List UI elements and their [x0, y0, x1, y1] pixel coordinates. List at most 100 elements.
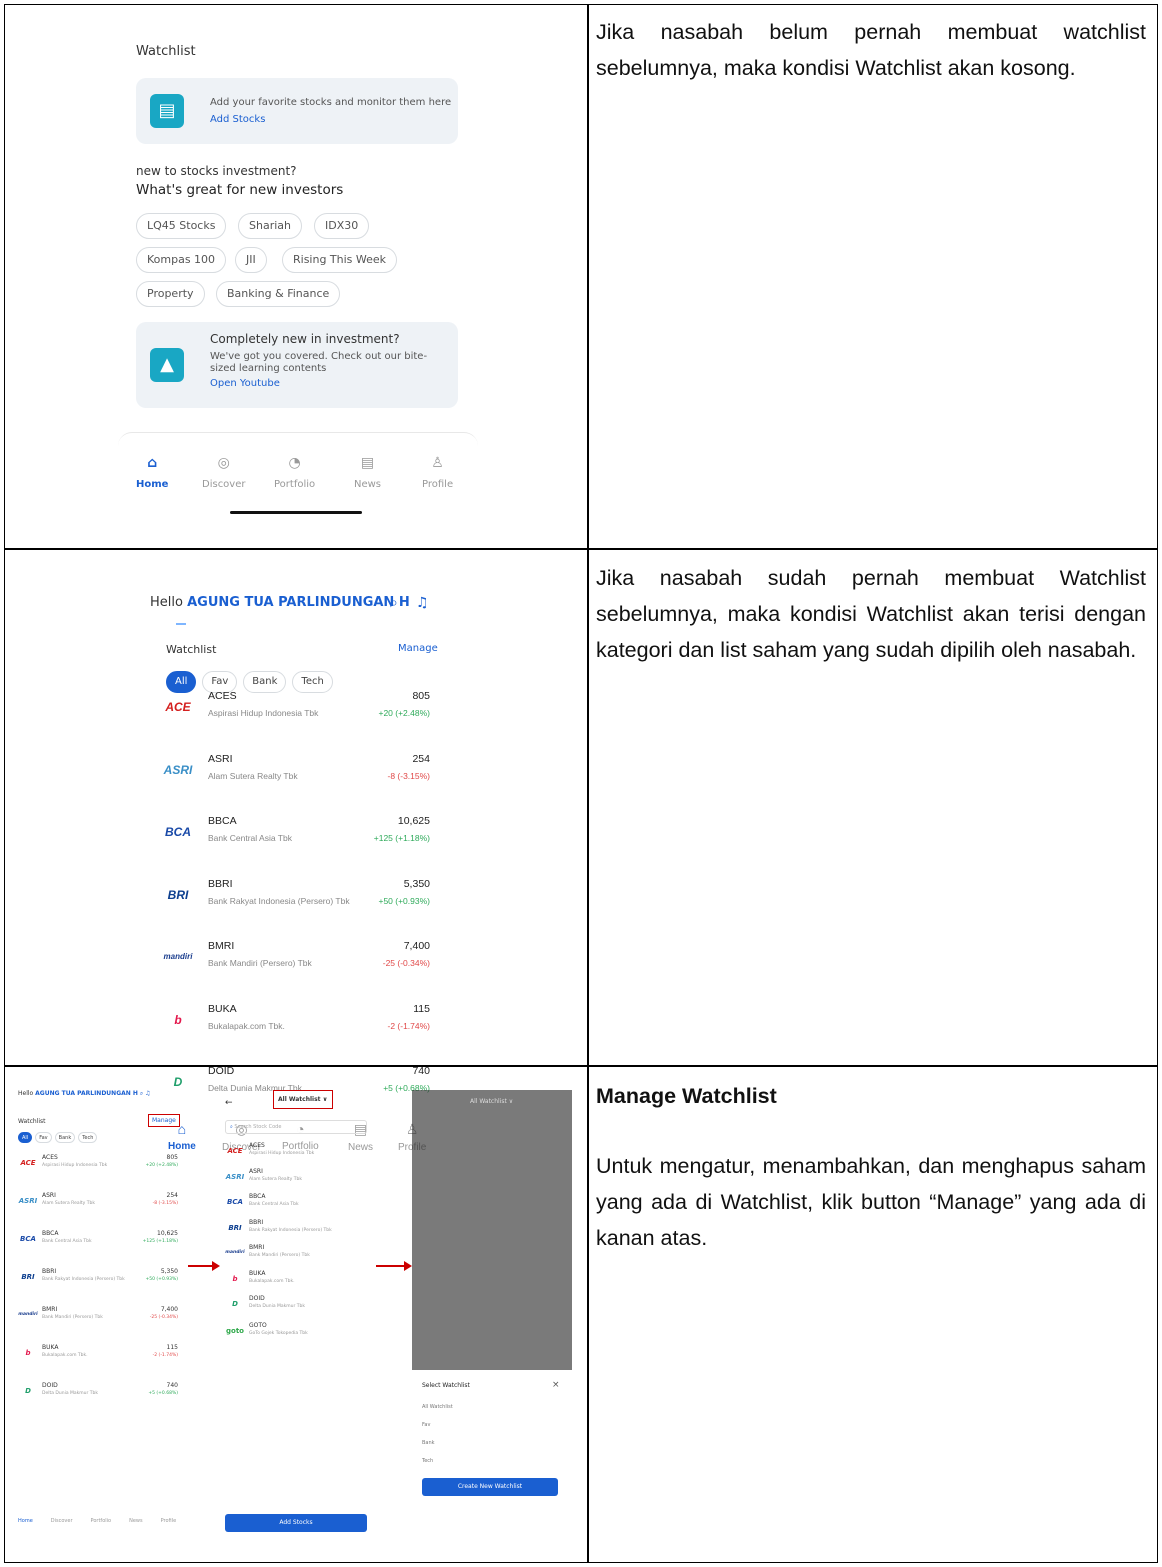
add-stocks-card[interactable]: ▤ Add your favorite stocks and monitor t…	[136, 78, 458, 144]
mini-code: ACES	[249, 1142, 265, 1149]
mini-row-bmri[interactable]: mandiri BMRI Bank Mandiri (Persero) Tbk	[225, 1244, 370, 1270]
row1-paragraph: Jika nasabah belum pernah membuat watchl…	[596, 20, 1146, 80]
open-youtube-link[interactable]: Open Youtube	[210, 378, 280, 389]
mini-name: Bank Central Asia Tbk	[249, 1202, 299, 1207]
manage-stock-row-goto[interactable]: goto GOTO GoTo Gojek Tokopedia Tbk	[225, 1322, 370, 1360]
mini-row-buka[interactable]: b BUKA Bukalapak.com Tbk. 115 -2 (-1.74%)	[18, 1344, 178, 1382]
stock-row-aces[interactable]: ACE ACES Aspirasi Hidup Indonesia Tbk 805 +2…	[160, 690, 430, 753]
mini-row-bbca[interactable]: BCA BBCA Bank Central Asia Tbk	[225, 1193, 370, 1219]
close-icon[interactable]: ×	[552, 1380, 560, 1390]
mini-row-buka[interactable]: b BUKA Bukalapak.com Tbk.	[225, 1270, 370, 1296]
mini-change: +50 (+0.93%)	[145, 1277, 178, 1282]
mini-row-bmri[interactable]: mandiri BMRI Bank Mandiri (Persero) Tbk 7,4…	[18, 1306, 178, 1344]
chip-property[interactable]: Property	[136, 281, 205, 307]
mini-name: Aspirasi Hidup Indonesia Tbk	[249, 1151, 315, 1156]
learning-card[interactable]: ▲ Completely new in investment? We've go…	[136, 322, 458, 408]
mini-name: Delta Dunia Makmur Tbk	[249, 1304, 306, 1309]
mini-row-doid[interactable]: D DOID Delta Dunia Makmur Tbk 740 +5 (+0.68%…	[18, 1382, 178, 1420]
mini-row-asri[interactable]: ASRI ASRI Alam Sutera Realty Tbk 254 -8 (-3.…	[18, 1192, 178, 1230]
stock-row-buka[interactable]: b BUKA Bukalapak.com Tbk. 115 -2 (-1.74%)	[160, 1003, 430, 1066]
mini-manage-button[interactable]: Manage	[148, 1114, 180, 1127]
stock-row-bbca[interactable]: BCA BBCA Bank Central Asia Tbk 10,625 +125 (…	[160, 815, 430, 878]
chip-rising-this-week[interactable]: Rising This Week	[282, 247, 398, 273]
manage-button[interactable]: Manage	[398, 643, 438, 654]
bell-icon[interactable]: ♫	[416, 595, 429, 611]
stock-code: BBCA	[208, 815, 237, 827]
mini-code: ASRI	[249, 1167, 263, 1175]
mini-greeting-prefix: Hello	[18, 1090, 34, 1097]
stock-change: +50 (+0.93%)	[378, 895, 430, 906]
mini-tab-all[interactable]: All	[18, 1132, 33, 1143]
row3-description: Manage Watchlist Untuk mengatur, menamba…	[596, 1078, 1146, 1256]
option-fav[interactable]: Fav	[422, 1422, 430, 1428]
mini-nav-profile[interactable]: Profile	[161, 1518, 177, 1524]
mini-price: 740	[166, 1382, 178, 1389]
chip-banking-finance[interactable]: Banking & Finance	[216, 281, 341, 307]
nav-profile[interactable]: ♙ Profile	[422, 455, 453, 490]
stock-row-bbri[interactable]: BRI BBRI Bank Rakyat Indonesia (Persero) T…	[160, 878, 430, 941]
mini-nav-portfolio[interactable]: Portfolio	[91, 1518, 112, 1524]
mini-tab-fav[interactable]: Fav	[35, 1132, 52, 1143]
stock-row-bmri[interactable]: mandiri BMRI Bank Mandiri (Persero) Tbk 7,4…	[160, 940, 430, 1003]
chip-lq45[interactable]: LQ45 Stocks	[136, 213, 227, 239]
mini-name: Alam Sutera Realty Tbk	[249, 1176, 302, 1182]
mini-code: DOID	[42, 1382, 58, 1389]
aces-logo: ACE	[20, 1159, 36, 1167]
mini-nav-home[interactable]: Home	[18, 1518, 33, 1524]
mini-code: DOID	[249, 1295, 265, 1302]
mini-stock-list: ACE ACES Aspirasi Hidup Indonesia Tbk 805 +2…	[18, 1154, 178, 1420]
mini-row-doid[interactable]: D DOID Delta Dunia Makmur Tbk	[225, 1295, 370, 1321]
bbri-logo: BRI	[167, 887, 189, 902]
pie-chart-icon: ◔	[288, 455, 301, 471]
mini-code: BBCA	[42, 1230, 59, 1237]
mini-tab-tech[interactable]: Tech	[78, 1132, 98, 1143]
mini-greeting: Hello AGUNG TUA PARLINDUNGAN H ⌕ ♫	[18, 1090, 188, 1098]
all-watchlist-dropdown[interactable]: All Watchlist ∨	[273, 1090, 333, 1109]
home-icon: ⌂	[147, 455, 158, 471]
option-tech[interactable]: Tech	[422, 1458, 433, 1464]
search-icon[interactable]: ⌕	[390, 595, 398, 611]
goto-name: GoTo Gojek Tokopedia Tbk	[249, 1331, 308, 1336]
greeting-prefix: Hello	[150, 595, 183, 610]
search-placeholder: Search Stock Code	[234, 1124, 282, 1130]
stock-code: ACES	[208, 690, 237, 702]
stock-change: +20 (+2.48%)	[378, 708, 430, 718]
mini-search-icon[interactable]: ⌕	[140, 1090, 143, 1097]
nav-home-label: Home	[168, 1141, 196, 1152]
create-new-watchlist-button[interactable]: Create New Watchlist	[422, 1478, 558, 1496]
mini-row-bbri[interactable]: BRI BBRI Bank Rakyat Indonesia (Persero) T…	[18, 1268, 178, 1306]
nav-portfolio-label: Portfolio	[274, 479, 316, 490]
add-stocks-button[interactable]: Add Stocks	[225, 1514, 367, 1532]
nav-news[interactable]: ▤ News	[354, 455, 381, 490]
great-for-investors-heading: What's great for new investors	[136, 182, 344, 198]
mini-nav-discover[interactable]: Discover	[51, 1518, 73, 1524]
mini-code: BBRI	[42, 1268, 57, 1275]
mini-watchlist-screen: Hello AGUNG TUA PARLINDUNGAN H ⌕ ♫ Watch…	[18, 1090, 188, 1524]
nav-discover-label: Discover	[202, 479, 246, 490]
stock-row-asri[interactable]: ASRI ASRI Alam Sutera Realty Tbk 254 -8 (-3.…	[160, 753, 430, 816]
mini-nav-news[interactable]: News	[129, 1518, 143, 1524]
mini-bell-icon[interactable]: ♫	[145, 1090, 150, 1097]
nav-discover[interactable]: ◎ Discover	[202, 455, 246, 490]
mini-row-asri[interactable]: ASRI ASRI Alam Sutera Realty Tbk	[225, 1168, 370, 1194]
chip-jii[interactable]: JII	[235, 247, 267, 273]
add-stocks-link[interactable]: Add Stocks	[210, 114, 265, 125]
column-divider	[587, 5, 589, 1562]
chip-shariah[interactable]: Shariah	[238, 213, 302, 239]
mini-row-bbri[interactable]: BRI BBRI Bank Rakyat Indonesia (Persero) T…	[225, 1219, 370, 1245]
mini-row-aces[interactable]: ACE ACES Aspirasi Hidup Indonesia Tbk 805 +2…	[18, 1154, 178, 1192]
chip-idx30[interactable]: IDX30	[314, 213, 370, 239]
search-stock-input[interactable]: ⌕ Search Stock Code	[225, 1120, 367, 1134]
option-all-watchlist[interactable]: All Watchlist	[422, 1404, 453, 1410]
nav-home-label: Home	[136, 479, 169, 490]
nav-home[interactable]: ⌂ Home	[136, 455, 168, 490]
nav-portfolio[interactable]: ◔ Portfolio	[274, 455, 315, 490]
mini-code: BBRI	[249, 1218, 264, 1226]
chip-kompas100[interactable]: Kompas 100	[136, 247, 227, 273]
mini-row-bbca[interactable]: BCA BBCA Bank Central Asia Tbk 10,625 +125 (…	[18, 1230, 178, 1268]
bbca-logo: BCA	[227, 1198, 243, 1206]
option-bank[interactable]: Bank	[422, 1440, 435, 1446]
back-arrow-icon[interactable]: ←	[225, 1098, 233, 1108]
mini-tab-bank[interactable]: Bank	[54, 1132, 76, 1143]
mini-row-aces[interactable]: ACE ACES Aspirasi Hidup Indonesia Tbk	[225, 1142, 370, 1168]
